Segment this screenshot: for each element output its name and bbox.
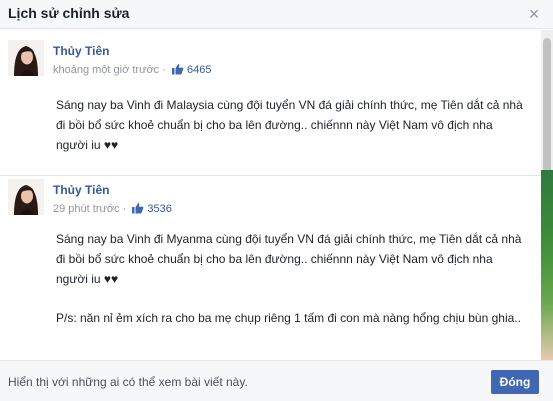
post-meta: 29 phút trước · 3536 (53, 202, 172, 217)
meta-separator: · (162, 64, 166, 76)
post-body: Sáng nay ba Vinh đi Myanma cùng đội tuyể… (56, 229, 526, 347)
post-paragraph: Sáng nay ba Vinh đi Malaysia cùng đội tu… (56, 98, 523, 152)
post-body: Sáng nay ba Vinh đi Malaysia cùng đội tu… (56, 95, 526, 174)
edit-history-list: Thủy Tiên khoảng một giờ trước · 6465 Sá… (0, 30, 541, 360)
avatar[interactable] (8, 179, 44, 215)
history-entry: Thủy Tiên 29 phút trước · 3536 Sáng nay … (0, 175, 541, 360)
background-page-strip (541, 170, 553, 360)
thumbs-up-icon (131, 202, 144, 217)
dialog-title: Lịch sử chỉnh sửa (8, 5, 130, 21)
dialog-header: Lịch sử chỉnh sửa × (0, 0, 553, 29)
history-entry: Thủy Tiên khoảng một giờ trước · 6465 Sá… (0, 40, 541, 175)
thumbs-up-icon (171, 63, 184, 78)
timestamp[interactable]: 29 phút trước (53, 203, 120, 215)
visibility-note: Hiển thị với những ai có thể xem bài viế… (8, 375, 248, 389)
timestamp[interactable]: khoảng một giờ trước (53, 64, 159, 76)
dialog-footer: Hiển thị với những ai có thể xem bài viế… (0, 360, 553, 401)
post-meta: khoảng một giờ trước · 6465 (53, 63, 212, 78)
meta-separator: · (122, 203, 127, 215)
post-paragraph: Sáng nay ba Vinh đi Myanma cùng đội tuyể… (56, 232, 522, 286)
close-button[interactable]: Đóng (491, 370, 539, 394)
edit-history-dialog: Lịch sử chỉnh sửa × Thủy Tiên khoảng một… (0, 0, 553, 401)
like-count[interactable]: 6465 (187, 64, 211, 76)
close-icon[interactable]: × (526, 5, 542, 23)
like-count[interactable]: 3536 (147, 203, 171, 215)
avatar[interactable] (8, 40, 44, 76)
author-name[interactable]: Thủy Tiên (53, 183, 109, 197)
author-name[interactable]: Thủy Tiên (53, 44, 109, 58)
post-paragraph: P/s: năn nỉ ẻm xích ra cho ba mẹ chụp ri… (56, 311, 521, 325)
